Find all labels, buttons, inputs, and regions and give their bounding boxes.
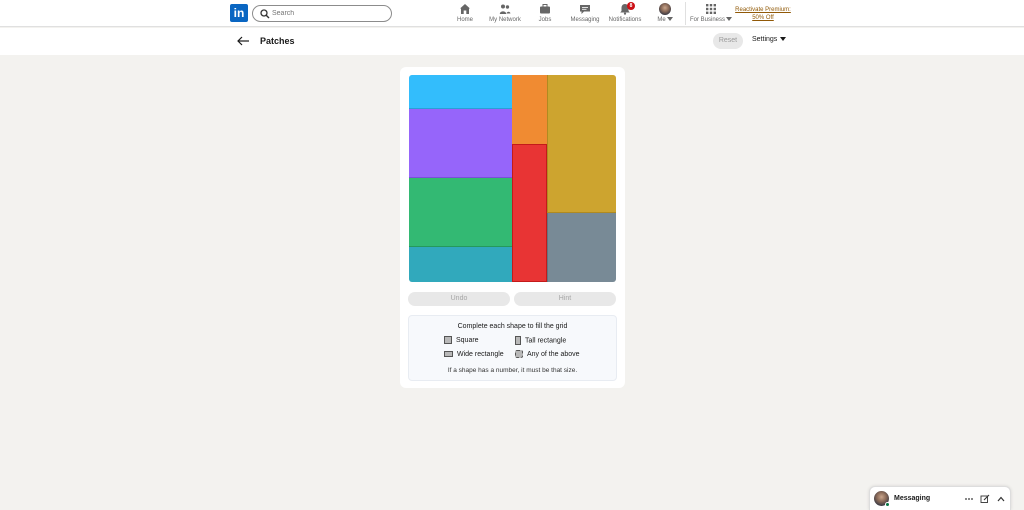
hint-button[interactable]: Hint [514,292,616,306]
search-box[interactable] [252,5,392,22]
chevron-down-icon [780,37,787,42]
legend-note: If a shape has a number, it must be that… [447,367,578,374]
legend-title: Complete each shape to fill the grid [457,323,568,330]
search-input[interactable] [272,7,382,20]
grid-icon [706,4,716,14]
back-arrow-icon[interactable] [236,35,250,47]
game-board[interactable] [409,75,616,282]
game-card: Undo Hint Complete each shape to fill th… [400,67,625,388]
game-header: Patches Reset Settings [0,28,1024,55]
nav-divider [685,2,686,25]
legend-wide: Wide rectangle [444,350,504,359]
legend-square: Square [444,336,479,345]
wide-rectangle-icon [444,351,453,358]
nav-me[interactable]: Me [653,3,677,23]
notification-badge: 8 [627,2,635,10]
linkedin-logo[interactable]: in [230,4,248,22]
legend-any-label: Any of the above [527,351,580,358]
legend-any: Any of the above [515,350,580,359]
nav-notifications-label: Notifications [608,17,642,23]
chevron-up-icon[interactable] [996,494,1006,504]
premium-line-2: 50% Off [752,15,774,21]
messaging-widget[interactable]: Messaging [869,486,1011,510]
avatar [659,3,671,15]
chevron-down-icon [666,17,673,22]
settings-label: Settings [752,36,778,43]
nav-messaging[interactable]: Messaging [569,3,601,23]
legend-tall: Tall rectangle [515,336,566,345]
nav-home[interactable]: Home [453,3,477,23]
online-status-icon [885,502,890,507]
chat-icon [580,5,590,14]
patch-red[interactable] [512,144,547,282]
briefcase-icon [540,4,550,14]
patch-gold[interactable] [547,75,616,213]
legend-square-label: Square [456,337,479,344]
undo-button[interactable]: Undo [408,292,510,306]
nav-jobs-label: Jobs [538,17,552,23]
compose-icon[interactable] [980,494,990,504]
tall-rectangle-icon [515,336,521,345]
patch-green[interactable] [409,178,512,247]
network-icon [499,4,511,14]
legend-tall-label: Tall rectangle [525,337,567,345]
patch-purple[interactable] [409,109,512,178]
more-options-icon[interactable] [964,494,974,504]
nav-my-network[interactable]: My Network [487,3,523,23]
settings-button[interactable]: Settings [752,36,787,43]
search-icon [260,9,270,19]
page-title: Patches [260,36,295,46]
premium-line-1: Reactivate Premium: [735,7,791,13]
patch-orange[interactable] [512,75,547,144]
nav-jobs[interactable]: Jobs [533,3,557,23]
nav-for-business-label: For Business [690,17,726,23]
chevron-down-icon [726,17,733,22]
home-icon [460,4,470,14]
nav-notifications[interactable]: 8 Notifications [607,2,643,23]
nav-messaging-label: Messaging [570,17,600,23]
top-nav: in Home My Network Jobs Messaging 8 Noti… [0,0,1024,27]
nav-me-label: Me [657,17,666,23]
legend-wide-label: Wide rectangle [457,351,504,358]
square-icon [444,336,452,345]
reactivate-premium-link[interactable]: Reactivate Premium: 50% Off [733,6,793,22]
nav-for-business[interactable]: For Business [690,3,733,23]
patch-slate[interactable] [547,213,616,282]
reset-button[interactable]: Reset [713,33,743,49]
nav-home-label: Home [456,17,473,23]
patch-teal[interactable] [409,247,512,282]
messaging-label: Messaging [894,495,931,502]
patch-cyan[interactable] [409,75,512,109]
nav-my-network-label: My Network [489,17,521,23]
legend: Complete each shape to fill the grid Squ… [408,315,617,381]
any-shape-icon [515,350,523,359]
